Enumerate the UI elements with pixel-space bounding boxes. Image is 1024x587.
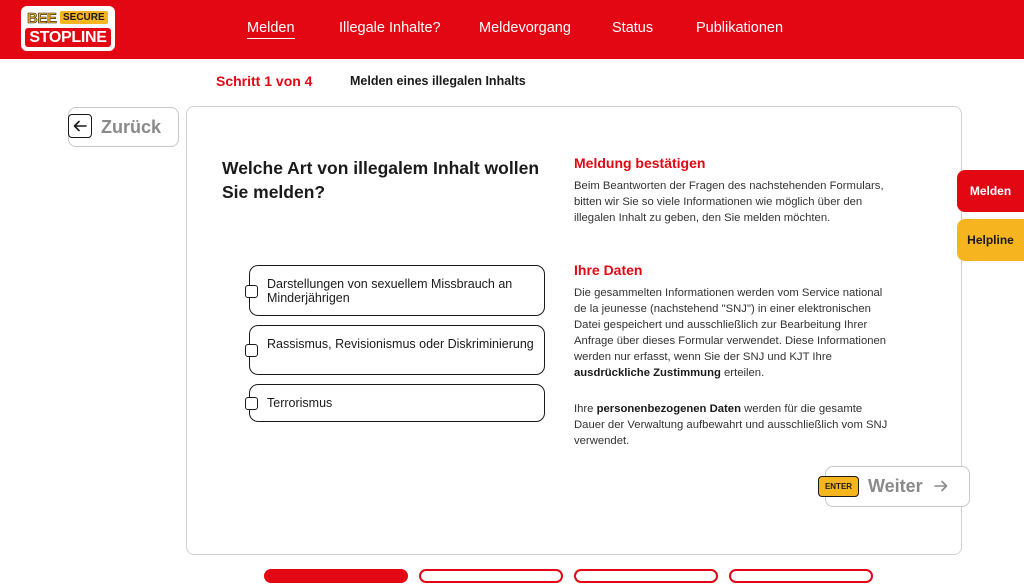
- logo-secure-text: SECURE: [60, 11, 108, 24]
- data-text-consent: Die gesammelten Informationen werden vom…: [574, 285, 894, 381]
- data-heading: Ihre Daten: [574, 262, 643, 278]
- data-text-retention-start: Ihre: [574, 403, 597, 415]
- progress-segment-2: [419, 569, 563, 583]
- arrow-left-icon: [68, 114, 92, 138]
- option-label: Rassismus, Revisionismus oder Diskrimini…: [267, 337, 534, 351]
- data-text-consent-bold: ausdrückliche Zustimmung: [574, 367, 721, 379]
- progress-segment-3: [574, 569, 718, 583]
- nav-item-status[interactable]: Status: [612, 20, 653, 36]
- data-text-retention-bold: personenbezogenen Daten: [596, 403, 741, 415]
- top-navigation-bar: BEE SECURE STOPLINE Melden Illegale Inha…: [0, 0, 1024, 59]
- nav-item-meldevorgang[interactable]: Meldevorgang: [479, 20, 571, 36]
- back-button[interactable]: Zurück: [68, 107, 179, 147]
- arrow-right-icon: [934, 479, 948, 497]
- progress-segment-1: [264, 569, 408, 583]
- nav-item-illegale-inhalte[interactable]: Illegale Inhalte?: [339, 20, 441, 36]
- option-terrorismus[interactable]: Terrorismus: [245, 384, 545, 422]
- side-tab-helpline[interactable]: Helpline: [957, 219, 1024, 261]
- confirm-heading: Meldung bestätigen: [574, 155, 706, 171]
- option-checkbox[interactable]: [245, 397, 258, 410]
- form-question: Welche Art von illegalem Inhalt wollen S…: [222, 158, 540, 202]
- option-label: Darstellungen von sexuellem Missbrauch a…: [267, 277, 513, 305]
- data-text-consent-end: erteilen.: [720, 367, 765, 379]
- bee-secure-stopline-logo[interactable]: BEE SECURE STOPLINE: [21, 6, 115, 51]
- enter-key-badge: ENTER: [818, 476, 859, 497]
- confirm-text: Beim Beantworten der Fragen des nachsteh…: [574, 180, 884, 224]
- nav-item-publikationen[interactable]: Publikationen: [696, 20, 783, 36]
- option-sexueller-missbrauch[interactable]: Darstellungen von sexuellem Missbrauch a…: [245, 265, 545, 316]
- option-checkbox[interactable]: [245, 285, 258, 298]
- option-checkbox[interactable]: [245, 344, 258, 357]
- side-tab-melden[interactable]: Melden: [957, 170, 1024, 212]
- progress-segment-4: [729, 569, 873, 583]
- back-button-label: Zurück: [101, 117, 162, 137]
- data-text-retention: Ihre personenbezogenen Daten werden für …: [574, 401, 894, 449]
- option-rassismus[interactable]: Rassismus, Revisionismus oder Diskrimini…: [245, 325, 545, 375]
- next-button-label: Weiter: [868, 476, 923, 496]
- option-label: Terrorismus: [267, 396, 333, 410]
- step-indicator: Schritt 1 von 4: [216, 73, 313, 89]
- logo-stopline-text: STOPLINE: [25, 28, 111, 47]
- nav-item-melden[interactable]: Melden: [247, 20, 295, 39]
- logo-bee-text: BEE: [27, 10, 57, 28]
- step-title: Melden eines illegalen Inhalts: [350, 74, 526, 88]
- data-text-consent-start: Die gesammelten Informationen werden vom…: [574, 287, 887, 363]
